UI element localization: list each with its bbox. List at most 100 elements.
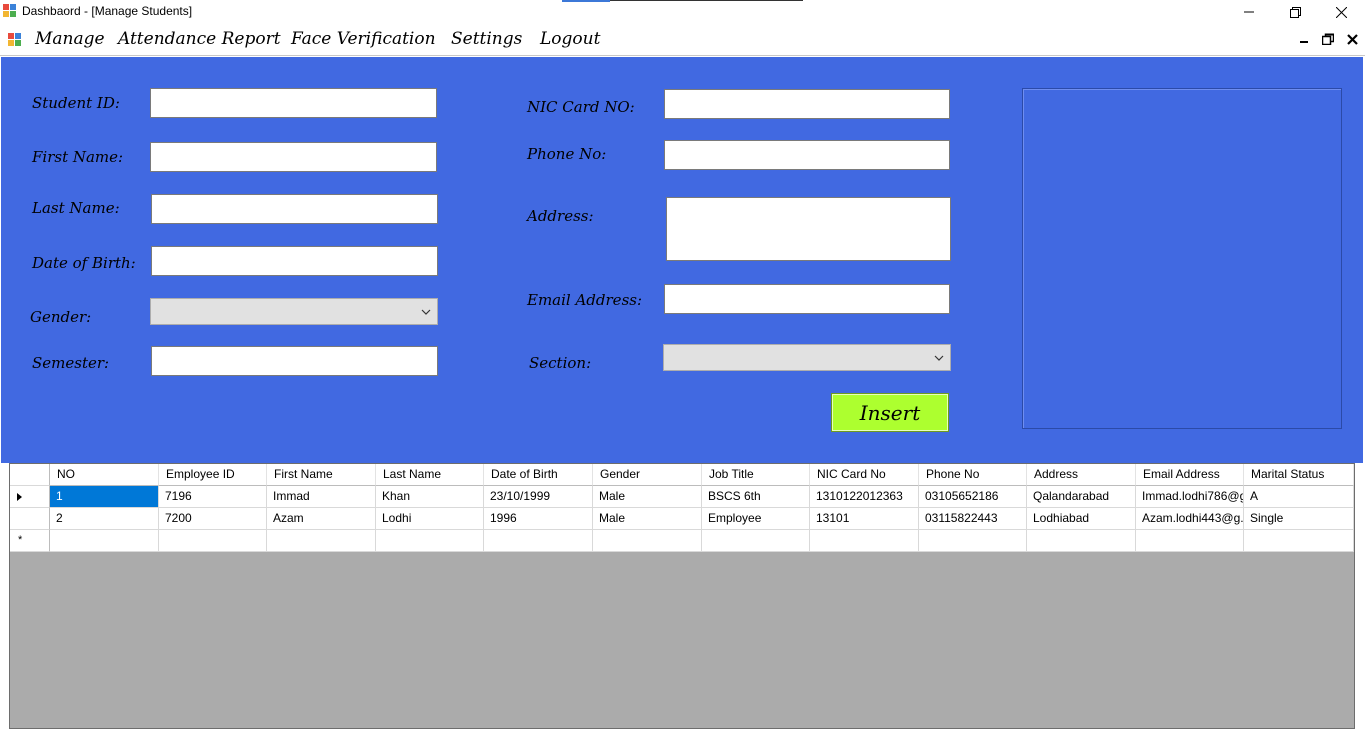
close-button[interactable] [1318, 0, 1364, 24]
last-name-label: Last Name: [32, 199, 120, 217]
column-header[interactable]: Job Title [702, 464, 810, 486]
column-header[interactable]: Gender [593, 464, 702, 486]
address-field[interactable] [666, 197, 951, 261]
email-field[interactable] [664, 284, 950, 314]
last-name-field[interactable] [151, 194, 438, 224]
grid-header-row: NO Employee ID First Name Last Name Date… [10, 464, 1354, 486]
table-cell[interactable]: Immad [267, 486, 376, 508]
table-cell[interactable] [593, 530, 702, 552]
child-minimize-button[interactable] [1295, 30, 1313, 48]
table-cell[interactable]: Qalandarabad [1027, 486, 1136, 508]
table-cell[interactable]: Azam.lodhi443@g... [1136, 508, 1244, 530]
students-data-grid[interactable]: NO Employee ID First Name Last Name Date… [9, 463, 1355, 729]
table-cell[interactable]: 7200 [159, 508, 267, 530]
table-cell[interactable]: 1310122012363 [810, 486, 919, 508]
table-cell[interactable] [919, 530, 1027, 552]
table-cell[interactable] [810, 530, 919, 552]
table-cell[interactable]: Khan [376, 486, 484, 508]
nic-card-field[interactable] [664, 89, 950, 119]
column-header[interactable]: NIC Card No [810, 464, 919, 486]
first-name-label: First Name: [32, 148, 124, 166]
menu-logout[interactable]: Logout [540, 29, 600, 49]
table-cell[interactable]: Lodhiabad [1027, 508, 1136, 530]
section-dropdown[interactable] [663, 344, 951, 371]
section-label: Section: [529, 354, 592, 372]
menu-settings[interactable]: Settings [451, 29, 522, 49]
table-cell[interactable]: 1 [50, 486, 159, 508]
minimize-icon [1244, 11, 1254, 13]
row-header[interactable]: * [10, 530, 50, 552]
address-label: Address: [527, 207, 594, 225]
restore-icon [1322, 33, 1334, 45]
column-header[interactable]: NO [50, 464, 159, 486]
table-cell[interactable]: Azam [267, 508, 376, 530]
row-header[interactable] [10, 508, 50, 530]
phone-label: Phone No: [527, 145, 607, 163]
table-row[interactable]: 2 7200 Azam Lodhi 1996 Male Employee 131… [10, 508, 1354, 530]
student-photo-box [1022, 88, 1342, 429]
table-cell[interactable]: 2 [50, 508, 159, 530]
table-cell[interactable]: 03105652186 [919, 486, 1027, 508]
minimize-button[interactable] [1226, 0, 1272, 24]
table-cell[interactable] [1027, 530, 1136, 552]
date-of-birth-label: Date of Birth: [32, 254, 136, 272]
table-cell[interactable]: Immad.lodhi786@g... [1136, 486, 1244, 508]
menu-face-verification[interactable]: Face Verification [291, 29, 436, 49]
new-row[interactable]: * [10, 530, 1354, 552]
column-header[interactable]: Phone No [919, 464, 1027, 486]
mdi-child-icon[interactable] [8, 33, 22, 47]
table-cell[interactable] [159, 530, 267, 552]
restore-icon [1289, 6, 1301, 18]
table-cell[interactable]: 03115822443 [919, 508, 1027, 530]
chevron-down-icon [934, 355, 944, 361]
gender-dropdown[interactable] [150, 298, 438, 325]
table-cell[interactable]: Single [1244, 508, 1354, 530]
new-row-marker: * [18, 534, 23, 546]
column-header[interactable]: Last Name [376, 464, 484, 486]
column-header[interactable]: Email Address [1136, 464, 1244, 486]
grid-corner-header[interactable] [10, 464, 50, 486]
table-cell[interactable]: 1996 [484, 508, 593, 530]
student-id-field[interactable] [150, 88, 437, 118]
restore-button[interactable] [1272, 0, 1318, 24]
column-header[interactable]: Date of Birth [484, 464, 593, 486]
table-cell[interactable]: 13101 [810, 508, 919, 530]
column-header[interactable]: Marital Status [1244, 464, 1354, 486]
window-title: Dashbaord - [Manage Students] [22, 4, 193, 18]
table-cell[interactable] [267, 530, 376, 552]
table-cell[interactable]: Employee [702, 508, 810, 530]
nic-card-label: NIC Card NO: [527, 98, 635, 116]
menu-attendance-report[interactable]: Attendance Report [118, 29, 281, 49]
app-icon [3, 4, 17, 18]
email-label: Email Address: [527, 291, 643, 309]
semester-field[interactable] [151, 346, 438, 376]
table-cell[interactable] [702, 530, 810, 552]
child-restore-button[interactable] [1319, 30, 1337, 48]
table-cell[interactable] [1244, 530, 1354, 552]
table-cell[interactable]: Lodhi [376, 508, 484, 530]
child-close-button[interactable] [1343, 30, 1361, 48]
table-cell[interactable] [376, 530, 484, 552]
menu-manage[interactable]: Manage [35, 29, 105, 49]
close-icon [1335, 6, 1347, 18]
insert-button[interactable]: Insert [831, 393, 949, 432]
current-row-indicator-icon [17, 493, 22, 501]
column-header[interactable]: Employee ID [159, 464, 267, 486]
column-header[interactable]: Address [1027, 464, 1136, 486]
table-cell[interactable]: A [1244, 486, 1354, 508]
column-header[interactable]: First Name [267, 464, 376, 486]
gender-label: Gender: [30, 308, 92, 326]
table-cell[interactable]: 7196 [159, 486, 267, 508]
date-of-birth-field[interactable] [151, 246, 438, 276]
phone-field[interactable] [664, 140, 950, 170]
row-header[interactable] [10, 486, 50, 508]
table-row[interactable]: 1 7196 Immad Khan 23/10/1999 Male BSCS 6… [10, 486, 1354, 508]
table-cell[interactable]: 23/10/1999 [484, 486, 593, 508]
table-cell[interactable] [484, 530, 593, 552]
table-cell[interactable]: Male [593, 486, 702, 508]
table-cell[interactable] [1136, 530, 1244, 552]
first-name-field[interactable] [150, 142, 437, 172]
table-cell[interactable]: BSCS 6th [702, 486, 810, 508]
table-cell[interactable] [50, 530, 159, 552]
table-cell[interactable]: Male [593, 508, 702, 530]
